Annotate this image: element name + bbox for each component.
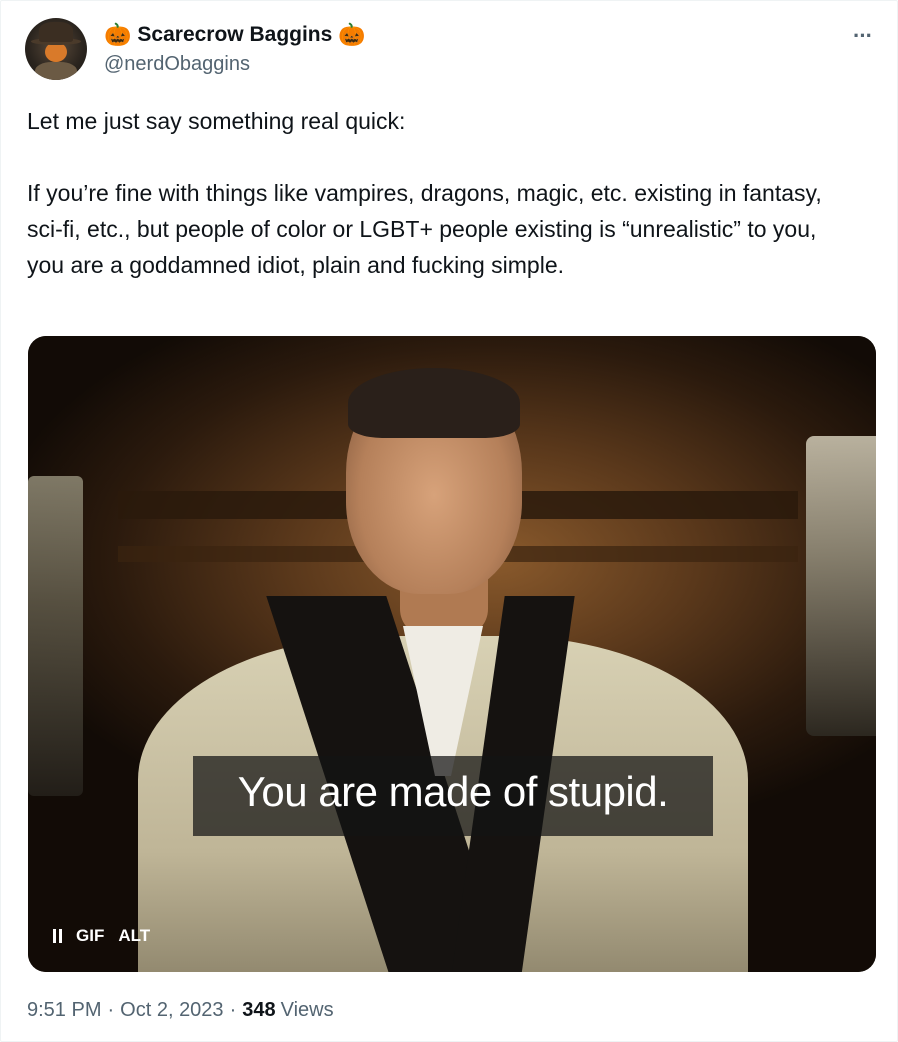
alt-badge[interactable]: ALT — [118, 926, 150, 946]
display-name[interactable]: Scarecrow Baggins — [137, 23, 332, 47]
views-count: 348 — [242, 999, 276, 1021]
author-name-row[interactable]: 🎃 Scarecrow Baggins 🎃 — [104, 21, 366, 49]
tweet-meta: 9:51 PM · Oct 2, 2023 · 348 Views — [27, 999, 334, 1022]
gif-badge: GIF — [76, 926, 105, 945]
pumpkin-icon: 🎃 — [338, 22, 366, 47]
pause-icon[interactable] — [53, 929, 62, 943]
more-options-icon[interactable]: ··· — [853, 23, 873, 49]
tweet-date[interactable]: Oct 2, 2023 — [120, 999, 223, 1022]
avatar[interactable] — [25, 18, 87, 80]
views-label: Views — [280, 999, 334, 1021]
user-handle[interactable]: @nerdObaggins — [104, 53, 250, 76]
statue-right — [806, 436, 876, 736]
tweet-text: Let me just say something real quick: If… — [27, 103, 857, 283]
tweet-card: 🎃 Scarecrow Baggins 🎃 @nerdObaggins ··· … — [0, 0, 898, 1042]
media-badges: GIF ALT — [53, 926, 150, 946]
separator: · — [229, 999, 237, 1021]
gif-media[interactable]: You are made of stupid. GIF ALT — [28, 336, 876, 972]
pumpkin-icon: 🎃 — [104, 22, 132, 47]
tweet-paragraph: If you’re fine with things like vampires… — [27, 180, 822, 278]
statue-left — [28, 476, 83, 796]
separator: · — [107, 999, 115, 1021]
tweet-time[interactable]: 9:51 PM — [27, 999, 101, 1022]
tweet-paragraph: Let me just say something real quick: — [27, 108, 406, 134]
gif-caption: You are made of stupid. — [237, 768, 669, 815]
